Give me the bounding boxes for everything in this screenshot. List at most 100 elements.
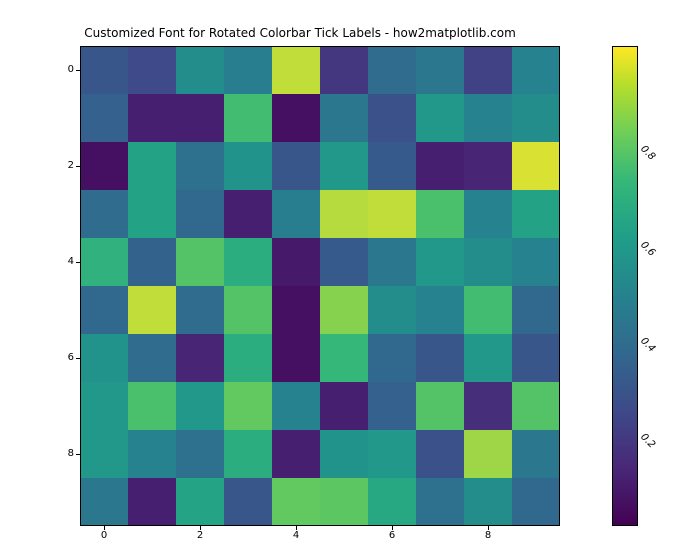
x-tick-label: 2 xyxy=(185,530,215,541)
heatmap-cell xyxy=(272,382,320,430)
heatmap-cell xyxy=(320,94,368,142)
heatmap-cell xyxy=(176,286,224,334)
heatmap-cell xyxy=(80,238,128,286)
y-tick-label: 6 xyxy=(54,352,74,363)
heatmap-cell xyxy=(512,430,560,478)
heatmap-cell xyxy=(512,94,560,142)
heatmap-cell xyxy=(512,334,560,382)
heatmap-cell xyxy=(176,478,224,526)
heatmap-cell xyxy=(128,238,176,286)
heatmap-cell xyxy=(80,190,128,238)
heatmap-cell xyxy=(128,430,176,478)
heatmap-cell xyxy=(272,238,320,286)
heatmap-cell xyxy=(416,286,464,334)
heatmap-cell xyxy=(176,46,224,94)
y-tick-mark xyxy=(76,166,80,167)
heatmap-cell xyxy=(464,46,512,94)
heatmap-cell xyxy=(320,46,368,94)
heatmap-cell xyxy=(80,94,128,142)
heatmap-cell xyxy=(80,478,128,526)
x-tick-mark xyxy=(104,526,105,530)
heatmap-cell xyxy=(80,334,128,382)
x-tick-mark xyxy=(392,526,393,530)
heatmap-cell xyxy=(368,334,416,382)
heatmap-cell xyxy=(320,478,368,526)
heatmap-cell xyxy=(176,430,224,478)
heatmap-cell xyxy=(416,190,464,238)
heatmap-cell xyxy=(128,286,176,334)
heatmap-cell xyxy=(224,142,272,190)
heatmap-cell xyxy=(464,382,512,430)
heatmap-cell xyxy=(464,334,512,382)
heatmap-cell xyxy=(224,478,272,526)
heatmap-cell xyxy=(224,190,272,238)
heatmap-cell xyxy=(464,142,512,190)
heatmap-cell xyxy=(224,334,272,382)
heatmap-cell xyxy=(464,430,512,478)
heatmap-cell xyxy=(272,94,320,142)
heatmap-cell xyxy=(272,190,320,238)
heatmap-cell xyxy=(128,46,176,94)
heatmap-cell xyxy=(272,430,320,478)
heatmap-cell xyxy=(512,142,560,190)
y-tick-label: 0 xyxy=(54,64,74,75)
heatmap-cell xyxy=(464,238,512,286)
chart-title: Customized Font for Rotated Colorbar Tic… xyxy=(0,26,600,40)
heatmap-cell xyxy=(464,94,512,142)
heatmap-cell xyxy=(224,238,272,286)
y-tick-mark xyxy=(76,70,80,71)
heatmap-cell xyxy=(368,46,416,94)
heatmap-cell xyxy=(80,286,128,334)
colorbar-tick-label: 0.4 xyxy=(638,336,657,355)
heatmap-cell xyxy=(224,430,272,478)
y-tick-label: 4 xyxy=(54,256,74,267)
heatmap-cell xyxy=(464,286,512,334)
heatmap-cell xyxy=(320,382,368,430)
x-tick-label: 4 xyxy=(281,530,311,541)
heatmap-cell xyxy=(176,238,224,286)
heatmap-cell xyxy=(320,142,368,190)
heatmap-cell xyxy=(512,190,560,238)
heatmap-cell xyxy=(416,142,464,190)
heatmap-cell xyxy=(128,142,176,190)
heatmap-cell xyxy=(128,382,176,430)
heatmap-cell xyxy=(224,286,272,334)
heatmap-cell xyxy=(272,478,320,526)
heatmap-cell xyxy=(176,334,224,382)
heatmap-cell xyxy=(320,430,368,478)
y-tick-label: 2 xyxy=(54,160,74,171)
colorbar xyxy=(612,46,638,526)
heatmap-cell xyxy=(80,142,128,190)
x-tick-mark xyxy=(200,526,201,530)
heatmap-cell xyxy=(80,46,128,94)
x-tick-mark xyxy=(488,526,489,530)
heatmap-cell xyxy=(416,478,464,526)
heatmap-cell xyxy=(80,382,128,430)
heatmap-cell xyxy=(80,430,128,478)
heatmap-cell xyxy=(416,46,464,94)
heatmap-cell xyxy=(368,142,416,190)
heatmap-cell xyxy=(512,478,560,526)
heatmap-cell xyxy=(128,334,176,382)
heatmap-cell xyxy=(368,238,416,286)
heatmap-cell xyxy=(416,334,464,382)
y-tick-mark xyxy=(76,454,80,455)
heatmap-cell xyxy=(128,478,176,526)
heatmap-cell xyxy=(512,238,560,286)
heatmap-cell xyxy=(176,382,224,430)
heatmap-cell xyxy=(368,190,416,238)
heatmap-cell xyxy=(320,190,368,238)
heatmap-cell xyxy=(368,430,416,478)
heatmap-cell xyxy=(512,46,560,94)
x-tick-label: 0 xyxy=(89,530,119,541)
heatmap-cell xyxy=(224,46,272,94)
heatmap-cell xyxy=(272,46,320,94)
heatmap-cell xyxy=(512,382,560,430)
heatmap-cell xyxy=(272,286,320,334)
heatmap-cell xyxy=(176,190,224,238)
y-tick-mark xyxy=(76,262,80,263)
heatmap-cell xyxy=(416,382,464,430)
heatmap-plot xyxy=(80,46,560,526)
colorbar-tick-label: 0.8 xyxy=(638,144,657,163)
heatmap-cell xyxy=(368,382,416,430)
